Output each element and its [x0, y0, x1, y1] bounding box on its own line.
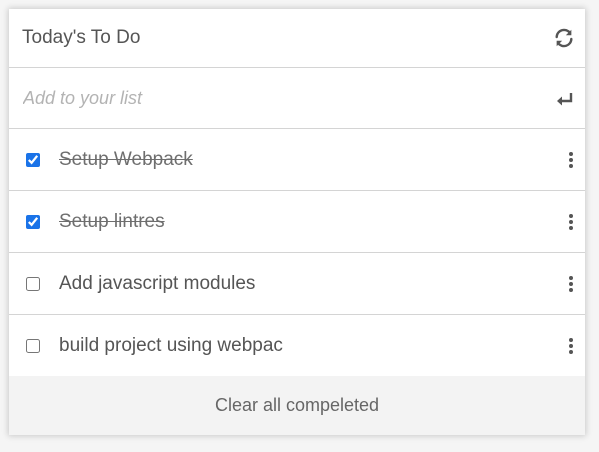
- clear-completed-button[interactable]: Clear all compeleted: [9, 376, 585, 435]
- refresh-icon[interactable]: [553, 27, 575, 49]
- list-item: Setup lintres: [9, 191, 585, 253]
- item-label: Setup Webpack: [59, 148, 193, 170]
- todo-card: Today's To Do Setup Webpack Setup lintre…: [9, 9, 585, 435]
- item-checkbox[interactable]: [26, 214, 40, 229]
- item-checkbox[interactable]: [26, 338, 40, 353]
- item-checkbox[interactable]: [26, 152, 40, 167]
- page-title: Today's To Do: [22, 27, 141, 48]
- more-options-icon[interactable]: [566, 213, 576, 231]
- list-item: build project using webpac: [9, 315, 585, 377]
- item-label: Setup lintres: [59, 210, 165, 232]
- more-options-icon[interactable]: [566, 275, 576, 293]
- list-item: Setup Webpack: [9, 129, 585, 191]
- add-item-row: [9, 68, 585, 129]
- more-options-icon[interactable]: [566, 337, 576, 355]
- more-options-icon[interactable]: [566, 151, 576, 169]
- todo-header: Today's To Do: [9, 9, 585, 68]
- item-label: build project using webpac: [59, 334, 283, 356]
- add-item-input[interactable]: [23, 87, 523, 109]
- list-item: Add javascript modules: [9, 253, 585, 315]
- enter-icon[interactable]: [555, 90, 575, 108]
- item-label: Add javascript modules: [59, 272, 256, 294]
- clear-completed-label: Clear all compeleted: [214, 395, 380, 415]
- item-checkbox[interactable]: [26, 276, 40, 291]
